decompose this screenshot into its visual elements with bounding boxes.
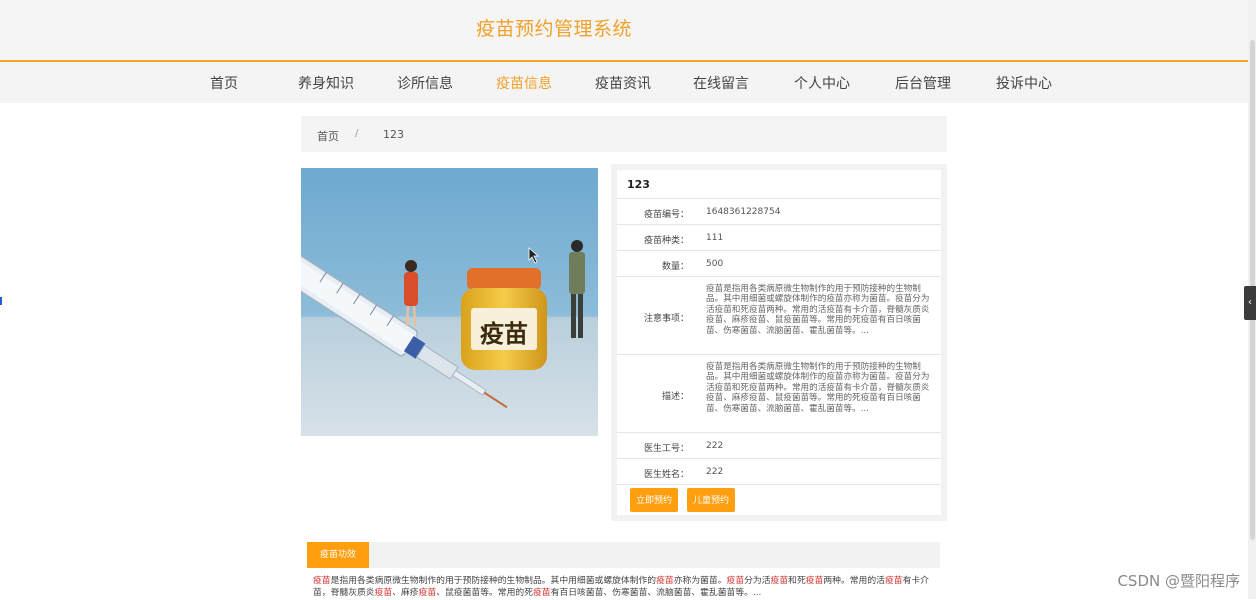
row-vaccine-type: 疫苗种类： 111 <box>617 224 941 250</box>
highlighted-keyword: 疫苗 <box>374 588 393 599</box>
nav-item-complaints[interactable]: 投诉中心 <box>996 73 1052 93</box>
value-quantity: 500 <box>706 259 724 269</box>
highlighted-keyword: 疫苗 <box>656 576 674 586</box>
label-doctor-name: 医生姓名： <box>643 470 689 480</box>
label-vaccine-code: 疫苗编号： <box>643 210 689 220</box>
info-tab-strip: 疫苗功效 <box>307 542 940 568</box>
row-quantity: 数量： 500 <box>617 250 941 276</box>
label-description: 描述： <box>661 392 689 402</box>
jar-label-text: 疫苗 <box>480 320 528 348</box>
nav-item-online-message[interactable]: 在线留言 <box>693 73 749 93</box>
child-book-button[interactable]: 儿童预约 <box>687 488 736 512</box>
nav-item-vaccine-news[interactable]: 疫苗资讯 <box>595 73 651 93</box>
book-now-button[interactable]: 立即预约 <box>630 488 679 512</box>
label-notes: 注意事项： <box>643 314 689 324</box>
row-doctor-name: 医生姓名： 222 <box>617 458 941 484</box>
row-actions: 立即预约 儿童预约 <box>617 484 941 515</box>
row-vaccine-code: 疫苗编号： 1648361228754 <box>617 198 941 224</box>
label-vaccine-type: 疫苗种类： <box>643 236 689 246</box>
site-title: 疫苗预约管理系统 <box>476 18 633 40</box>
highlighted-keyword: 疫苗 <box>726 576 745 586</box>
breadcrumb-current: 123 <box>383 128 404 141</box>
value-notes: 疫苗是指用各类病原微生物制作的用于预防接种的生物制品。其中用细菌或螺旋体制作的疫… <box>706 284 930 336</box>
nav-item-clinic-info[interactable]: 诊所信息 <box>397 73 453 93</box>
value-vaccine-code: 1648361228754 <box>706 207 781 217</box>
main-nav: 首页 养身知识 诊所信息 疫苗信息 疫苗资讯 在线留言 个人中心 后台管理 投诉… <box>0 62 1256 103</box>
row-doctor-id: 医生工号： 222 <box>617 432 941 458</box>
value-doctor-name: 222 <box>706 467 724 477</box>
tab-content-segment: 、麻疹 <box>392 588 419 599</box>
tab-content-segment: 是指用各类病原微生物制作的用于预防接种的生物制品。其中用细菌或螺旋体制作的 <box>330 576 657 586</box>
nav-item-health-knowledge[interactable]: 养身知识 <box>298 73 354 93</box>
tab-vaccine-efficacy[interactable]: 疫苗功效 <box>307 542 369 568</box>
nav-item-home[interactable]: 首页 <box>210 73 238 93</box>
highlighted-keyword: 疫苗 <box>533 588 551 599</box>
side-collapse-tab[interactable]: ‹ <box>1244 286 1256 320</box>
header-bar: 疫苗预约管理系统 <box>0 0 1256 60</box>
label-quantity: 数量： <box>661 262 689 272</box>
breadcrumb-separator: / <box>355 128 359 139</box>
tab-content-text: 疫苗是指用各类病原微生物制作的用于预防接种的生物制品。其中用细菌或螺旋体制作的疫… <box>313 575 937 600</box>
vaccine-product-image: 疫苗 <box>301 168 598 436</box>
tab-content-segment: 分为活 <box>744 576 771 586</box>
value-doctor-id: 222 <box>706 441 724 451</box>
highlighted-keyword: 疫苗 <box>770 576 789 586</box>
row-notes: 注意事项： 疫苗是指用各类病原微生物制作的用于预防接种的生物制品。其中用细菌或螺… <box>617 276 941 354</box>
highlighted-keyword: 疫苗 <box>805 576 824 586</box>
chevron-left-icon: ‹ <box>1248 297 1252 308</box>
tab-content-segment: 有百日咳菌苗、伤寒菌苗、流脑菌苗、霍乱菌苗等。... <box>550 588 762 599</box>
value-vaccine-type: 111 <box>706 233 724 243</box>
row-description: 描述： 疫苗是指用各类病原微生物制作的用于预防接种的生物制品。其中用细菌或螺旋体… <box>617 354 941 432</box>
left-edge-marker <box>0 297 2 305</box>
nav-item-vaccine-info[interactable]: 疫苗信息 <box>496 73 552 93</box>
nav-item-personal-center[interactable]: 个人中心 <box>794 73 850 93</box>
csdn-watermark: CSDN @暨阳程序 <box>1117 572 1240 590</box>
breadcrumb-home-link[interactable]: 首页 <box>317 128 339 144</box>
highlighted-keyword: 疫苗 <box>313 576 331 586</box>
vaccine-detail-card: 123 疫苗编号： 1648361228754 疫苗种类： 111 数量： 50… <box>617 170 941 515</box>
vaccine-name: 123 <box>627 178 650 191</box>
breadcrumb: 首页 / 123 <box>301 116 947 152</box>
value-description: 疫苗是指用各类病原微生物制作的用于预防接种的生物制品。其中用细菌或螺旋体制作的疫… <box>706 362 930 414</box>
tab-content-segment: 和死 <box>788 576 806 586</box>
nav-item-admin[interactable]: 后台管理 <box>895 73 951 93</box>
vaccine-detail-panel: 123 疫苗编号： 1648361228754 疫苗种类： 111 数量： 50… <box>611 164 947 521</box>
highlighted-keyword: 疫苗 <box>884 576 903 586</box>
highlighted-keyword: 疫苗 <box>418 588 437 599</box>
tab-content-segment: 两种。常用的活 <box>823 576 885 586</box>
tab-content-segment: 、鼠疫菌苗等。常用的死 <box>436 588 533 599</box>
tab-content-segment: 亦称为菌苗。 <box>673 576 727 586</box>
label-doctor-id: 医生工号： <box>643 444 689 454</box>
